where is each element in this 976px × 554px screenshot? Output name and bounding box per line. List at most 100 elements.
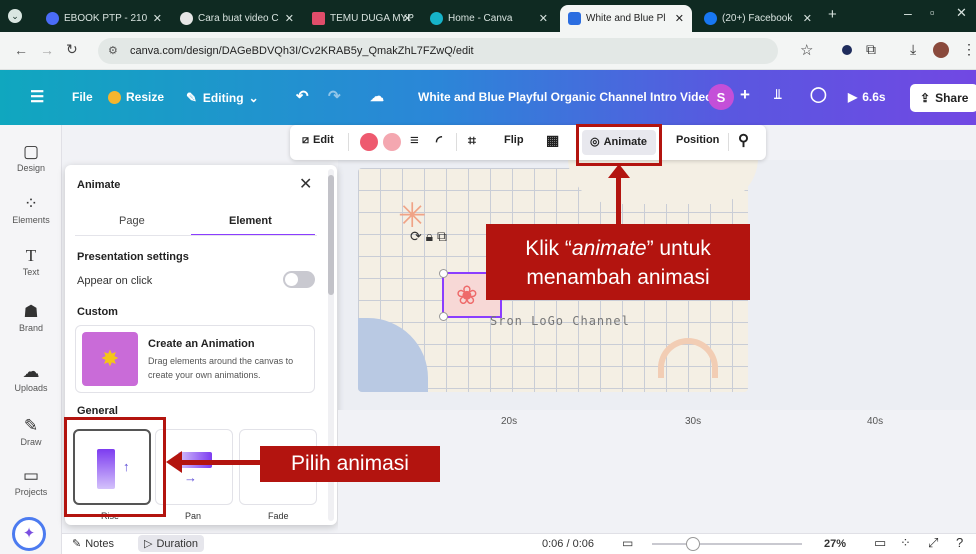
corner-rounding-icon[interactable]: ◜ xyxy=(436,132,442,150)
browser-tab[interactable]: Cara buat video C ✕ xyxy=(172,5,302,32)
duplicate-icon[interactable]: ⧉ xyxy=(437,228,447,244)
flip-button[interactable]: Flip xyxy=(504,134,524,146)
color-swatch-2[interactable] xyxy=(383,133,401,151)
panel-title: Animate xyxy=(77,179,121,191)
bottom-bar: ✎ Notes ▷ Duration 0:06 / 0:06 ▭ 27% ▭ ⁘ ⤢… xyxy=(62,533,976,554)
playback-time: 0:06 / 0:06 xyxy=(542,538,594,550)
color-swatch-1[interactable] xyxy=(360,133,378,151)
reload-icon[interactable]: ↻ xyxy=(66,41,78,58)
close-tab-icon[interactable]: ✕ xyxy=(539,12,548,25)
insights-icon[interactable]: ⫫ xyxy=(774,86,782,103)
url-field[interactable]: ⚙ canva.com/design/DAGeBDVQh3I/Cv2KRAB5y_… xyxy=(98,38,778,64)
browser-tab-active[interactable]: White and Blue Pl ✕ xyxy=(560,5,692,32)
bookmark-star-icon[interactable]: ☆ xyxy=(800,41,813,59)
resize-handle[interactable] xyxy=(439,269,448,278)
sidebar-item-text[interactable]: T Text xyxy=(0,245,62,277)
create-animation-title: Create an Animation xyxy=(148,338,255,350)
browser-tab[interactable]: EBOOK PTP - 210 ✕ xyxy=(38,5,170,32)
fullscreen-icon[interactable]: ⤢ xyxy=(928,535,938,551)
choose-animation-callout: Pilih animasi xyxy=(260,446,440,482)
browser-tab[interactable]: Home - Canva ✕ xyxy=(422,5,556,32)
cloud-save-icon[interactable]: ☁ xyxy=(370,88,384,105)
sidebar-item-uploads[interactable]: ☁ Uploads xyxy=(0,361,62,393)
site-settings-icon[interactable]: ⚙ xyxy=(108,38,118,64)
sidebar-item-brand[interactable]: ☗ Brand xyxy=(0,301,62,333)
zoom-level[interactable]: 27% xyxy=(824,538,846,550)
close-tab-icon[interactable]: ✕ xyxy=(285,12,294,25)
tab-menu-icon[interactable]: ⌄ xyxy=(8,9,22,23)
resize-handle[interactable] xyxy=(439,312,448,321)
minimize-icon[interactable]: – xyxy=(904,5,912,21)
grid-view-icon[interactable]: ⁘ xyxy=(900,535,911,551)
timeline-mark-20s: 20s xyxy=(498,416,521,427)
sidebar-item-elements[interactable]: ⁘ Elements xyxy=(0,193,62,225)
create-animation-card[interactable]: ✸ Create an Animation Drag elements arou… xyxy=(75,325,315,393)
logo-caption-text[interactable]: Sron LoGo Channel xyxy=(490,314,630,328)
profile-avatar[interactable] xyxy=(933,42,949,58)
position-button[interactable]: Position xyxy=(676,134,719,146)
resize-button[interactable]: Resize xyxy=(108,90,164,104)
zoom-slider-knob[interactable] xyxy=(686,537,700,551)
magic-assistant-button[interactable]: ✦ xyxy=(12,517,46,551)
close-tab-icon[interactable]: ✕ xyxy=(675,12,684,25)
custom-heading: Custom xyxy=(77,306,118,318)
tab-page[interactable]: Page xyxy=(119,215,145,227)
crop-icon[interactable]: ⌗ xyxy=(468,132,476,149)
duration-button[interactable]: ▷ Duration xyxy=(138,535,205,552)
presentation-settings-heading: Presentation settings xyxy=(77,251,189,263)
arrow-right-icon: → xyxy=(184,470,197,485)
collaborator-avatar[interactable]: S xyxy=(708,84,734,110)
sparkle-icon: ✦ xyxy=(22,525,36,542)
close-tab-icon[interactable]: ✕ xyxy=(153,12,162,25)
lock-icon[interactable]: 🔒︎ xyxy=(426,228,433,244)
download-icon[interactable]: ⤓ xyxy=(910,41,916,58)
add-collaborator-icon[interactable]: + xyxy=(740,85,750,105)
scrollbar-thumb[interactable] xyxy=(328,175,334,295)
play-button[interactable]: ▶ 6.6s xyxy=(848,90,886,104)
pages-icon[interactable]: ▭ xyxy=(874,535,886,551)
forward-icon[interactable]: → xyxy=(40,42,54,58)
tab-element[interactable]: Element xyxy=(229,215,272,227)
comments-icon[interactable]: ◯ xyxy=(810,85,827,103)
border-style-icon[interactable]: ≡ xyxy=(410,132,419,149)
brand-icon: ☗ xyxy=(23,302,39,321)
close-tab-icon[interactable]: ✕ xyxy=(803,12,812,25)
maximize-icon[interactable]: ▫ xyxy=(930,5,935,20)
divider xyxy=(348,133,349,151)
undo-icon[interactable]: ↶ xyxy=(296,87,309,105)
design-title[interactable]: White and Blue Playful Organic Channel I… xyxy=(418,90,712,104)
puzzle-icon[interactable]: ⧉ xyxy=(866,41,876,58)
zoom-slider[interactable] xyxy=(652,537,802,551)
rotate-icon[interactable]: ⟳ xyxy=(410,228,422,244)
editing-mode-button[interactable]: ✎ Editing ⌄ xyxy=(186,90,259,106)
close-window-icon[interactable]: ✕ xyxy=(956,5,967,21)
help-icon[interactable]: ? xyxy=(956,535,963,550)
arrow-left-connector xyxy=(180,460,262,465)
extension-icon[interactable] xyxy=(842,45,852,55)
screen-icon[interactable]: ▭ xyxy=(622,536,633,550)
browser-tab[interactable]: TEMU DUGA MYP ✕ xyxy=(304,5,420,32)
fade-label: Fade xyxy=(268,511,289,521)
share-button[interactable]: ⇪ Share xyxy=(910,84,976,112)
bee-animation-thumbnail: ✸ xyxy=(82,332,138,386)
browser-tab[interactable]: (20+) Facebook ✕ xyxy=(696,5,820,32)
blob-shape-left xyxy=(358,318,428,392)
appear-on-click-toggle[interactable] xyxy=(283,271,315,288)
file-menu[interactable]: File xyxy=(72,90,93,104)
new-tab-icon[interactable]: + xyxy=(828,6,837,23)
sidebar-item-design[interactable]: ▢ Design xyxy=(0,141,62,173)
close-tab-icon[interactable]: ✕ xyxy=(403,12,412,25)
redo-icon[interactable]: ↷ xyxy=(328,87,341,105)
menu-icon[interactable]: ☰ xyxy=(30,87,44,107)
more-menu-icon[interactable]: ⋮ xyxy=(962,41,976,58)
divider xyxy=(456,133,457,151)
arrow-left-head-icon xyxy=(166,451,182,473)
back-icon[interactable]: ← xyxy=(14,42,28,58)
sidebar-item-projects[interactable]: ▭ Projects xyxy=(0,465,62,497)
copy-style-icon[interactable]: ⚲ xyxy=(738,131,749,149)
edit-button[interactable]: ⧄ Edit xyxy=(302,134,334,147)
notes-button[interactable]: ✎ Notes xyxy=(72,537,114,550)
transparency-icon[interactable]: ▦ xyxy=(546,132,559,149)
sidebar-item-draw[interactable]: ✎ Draw xyxy=(0,415,62,447)
close-icon[interactable]: ✕ xyxy=(299,174,312,194)
